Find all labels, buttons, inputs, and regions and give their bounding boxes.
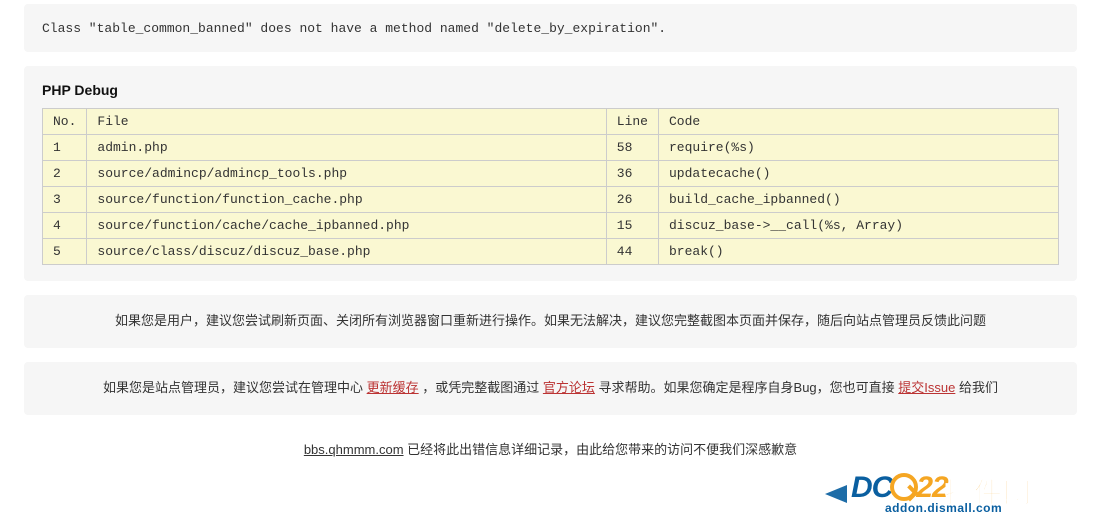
admin-hint-panel: 如果您是站点管理员，建议您尝试在管理中心 更新缓存 ，或凭完整截图通过 官方论坛… xyxy=(24,362,1077,415)
cell-no: 3 xyxy=(43,187,87,213)
error-message: Class "table_common_banned" does not hav… xyxy=(42,21,666,36)
watermark-brand-cn: 插件网 xyxy=(945,471,1032,511)
cell-no: 2 xyxy=(43,161,87,187)
col-header-file: File xyxy=(87,109,606,135)
cell-file: admin.php xyxy=(87,135,606,161)
link-update-cache[interactable]: 更新缓存 xyxy=(367,380,419,395)
admin-hint-mid2: 寻求帮助。如果您确定是程序自身Bug，您也可直接 xyxy=(595,380,898,395)
cell-code: require(%s) xyxy=(659,135,1059,161)
cell-file: source/admincp/admincp_tools.php xyxy=(87,161,606,187)
link-official-forum[interactable]: 官方论坛 xyxy=(543,380,595,395)
table-row: 2source/admincp/admincp_tools.php36updat… xyxy=(43,161,1059,187)
user-hint-text: 如果您是用户，建议您尝试刷新页面、关闭所有浏览器窗口重新进行操作。如果无法解决，… xyxy=(115,313,986,328)
table-header-row: No. File Line Code xyxy=(43,109,1059,135)
cell-line: 58 xyxy=(606,135,658,161)
col-header-code: Code xyxy=(659,109,1059,135)
col-header-no: No. xyxy=(43,109,87,135)
cell-code: break() xyxy=(659,239,1059,265)
cell-code: discuz_base->__call(%s, Array) xyxy=(659,213,1059,239)
debug-panel: PHP Debug No. File Line Code 1admin.php5… xyxy=(24,66,1077,281)
user-hint-panel: 如果您是用户，建议您尝试刷新页面、关闭所有浏览器窗口重新进行操作。如果无法解决，… xyxy=(24,295,1077,348)
table-row: 5source/class/discuz/discuz_base.php44br… xyxy=(43,239,1059,265)
paper-plane-icon xyxy=(825,485,847,503)
debug-table: No. File Line Code 1admin.php58require(%… xyxy=(42,108,1059,265)
cell-file: source/function/cache/cache_ipbanned.php xyxy=(87,213,606,239)
table-row: 4source/function/cache/cache_ipbanned.ph… xyxy=(43,213,1059,239)
cell-code: updatecache() xyxy=(659,161,1059,187)
table-row: 3source/function/function_cache.php26bui… xyxy=(43,187,1059,213)
footer: bbs.qhmmm.com 已经将此出错信息详细记录，由此给您带来的访问不便我们… xyxy=(0,439,1101,458)
cell-no: 4 xyxy=(43,213,87,239)
error-panel: Class "table_common_banned" does not hav… xyxy=(24,4,1077,52)
cell-no: 5 xyxy=(43,239,87,265)
link-submit-issue[interactable]: 提交Issue xyxy=(898,380,955,395)
debug-title: PHP Debug xyxy=(42,82,1059,98)
footer-text: 已经将此出错信息详细记录，由此给您带来的访问不便我们深感歉意 xyxy=(404,442,798,457)
admin-hint-mid1: ，或凭完整截图通过 xyxy=(419,380,543,395)
cell-code: build_cache_ipbanned() xyxy=(659,187,1059,213)
watermark: DC22 插件网 addon.dismall.com xyxy=(825,471,1095,517)
table-row: 1admin.php58require(%s) xyxy=(43,135,1059,161)
watermark-url: addon.dismall.com xyxy=(885,501,1002,515)
col-header-line: Line xyxy=(606,109,658,135)
cell-line: 26 xyxy=(606,187,658,213)
cell-line: 36 xyxy=(606,161,658,187)
cell-line: 15 xyxy=(606,213,658,239)
cell-line: 44 xyxy=(606,239,658,265)
cell-no: 1 xyxy=(43,135,87,161)
watermark-brand: DC22 xyxy=(851,471,948,505)
cell-file: source/class/discuz/discuz_base.php xyxy=(87,239,606,265)
admin-hint-pre: 如果您是站点管理员，建议您尝试在管理中心 xyxy=(103,380,367,395)
footer-site-link[interactable]: bbs.qhmmm.com xyxy=(304,442,404,457)
admin-hint-post: 给我们 xyxy=(955,380,998,395)
cell-file: source/function/function_cache.php xyxy=(87,187,606,213)
